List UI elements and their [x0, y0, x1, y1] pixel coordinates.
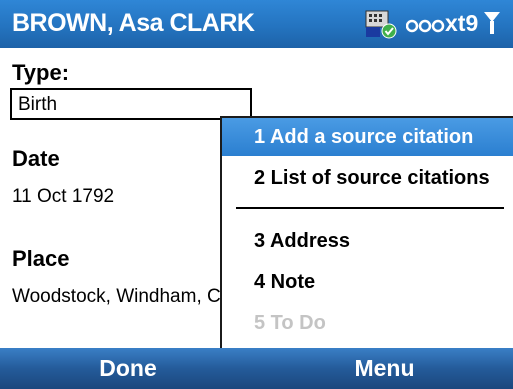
- type-field-value: Birth: [18, 94, 58, 115]
- done-softkey[interactable]: Done: [0, 348, 256, 389]
- menu-item-add-source-citation[interactable]: 1 Add a source citation: [222, 118, 513, 156]
- softkey-bar: Done Menu: [0, 348, 513, 389]
- network-icon: [365, 10, 399, 45]
- signal-icon: [483, 10, 501, 41]
- place-value[interactable]: Woodstock, Windham, C: [12, 286, 222, 308]
- menu-softkey[interactable]: Menu: [256, 348, 513, 389]
- title-bar: BROWN, Asa CLARK xt9: [0, 0, 513, 48]
- menu-item-address[interactable]: 3 Address: [222, 222, 513, 260]
- menu-separator: [236, 207, 504, 209]
- menu-item-to-do: 5 To Do: [254, 312, 326, 334]
- type-label: Type:: [12, 60, 70, 85]
- date-value[interactable]: 11 Oct 1792: [12, 186, 114, 208]
- window-title: BROWN, Asa CLARK: [12, 9, 255, 37]
- input-mode-icon: [405, 14, 446, 41]
- menu-item-note[interactable]: 4 Note: [222, 263, 513, 301]
- input-mode-label: xt9: [445, 10, 479, 36]
- place-label: Place: [12, 246, 70, 271]
- menu-item-list-source-citations[interactable]: 2 List of source citations: [222, 159, 513, 197]
- date-label: Date: [12, 146, 60, 171]
- type-field[interactable]: Birth: [10, 88, 252, 120]
- context-menu: 1 Add a source citation 2 List of source…: [220, 116, 513, 348]
